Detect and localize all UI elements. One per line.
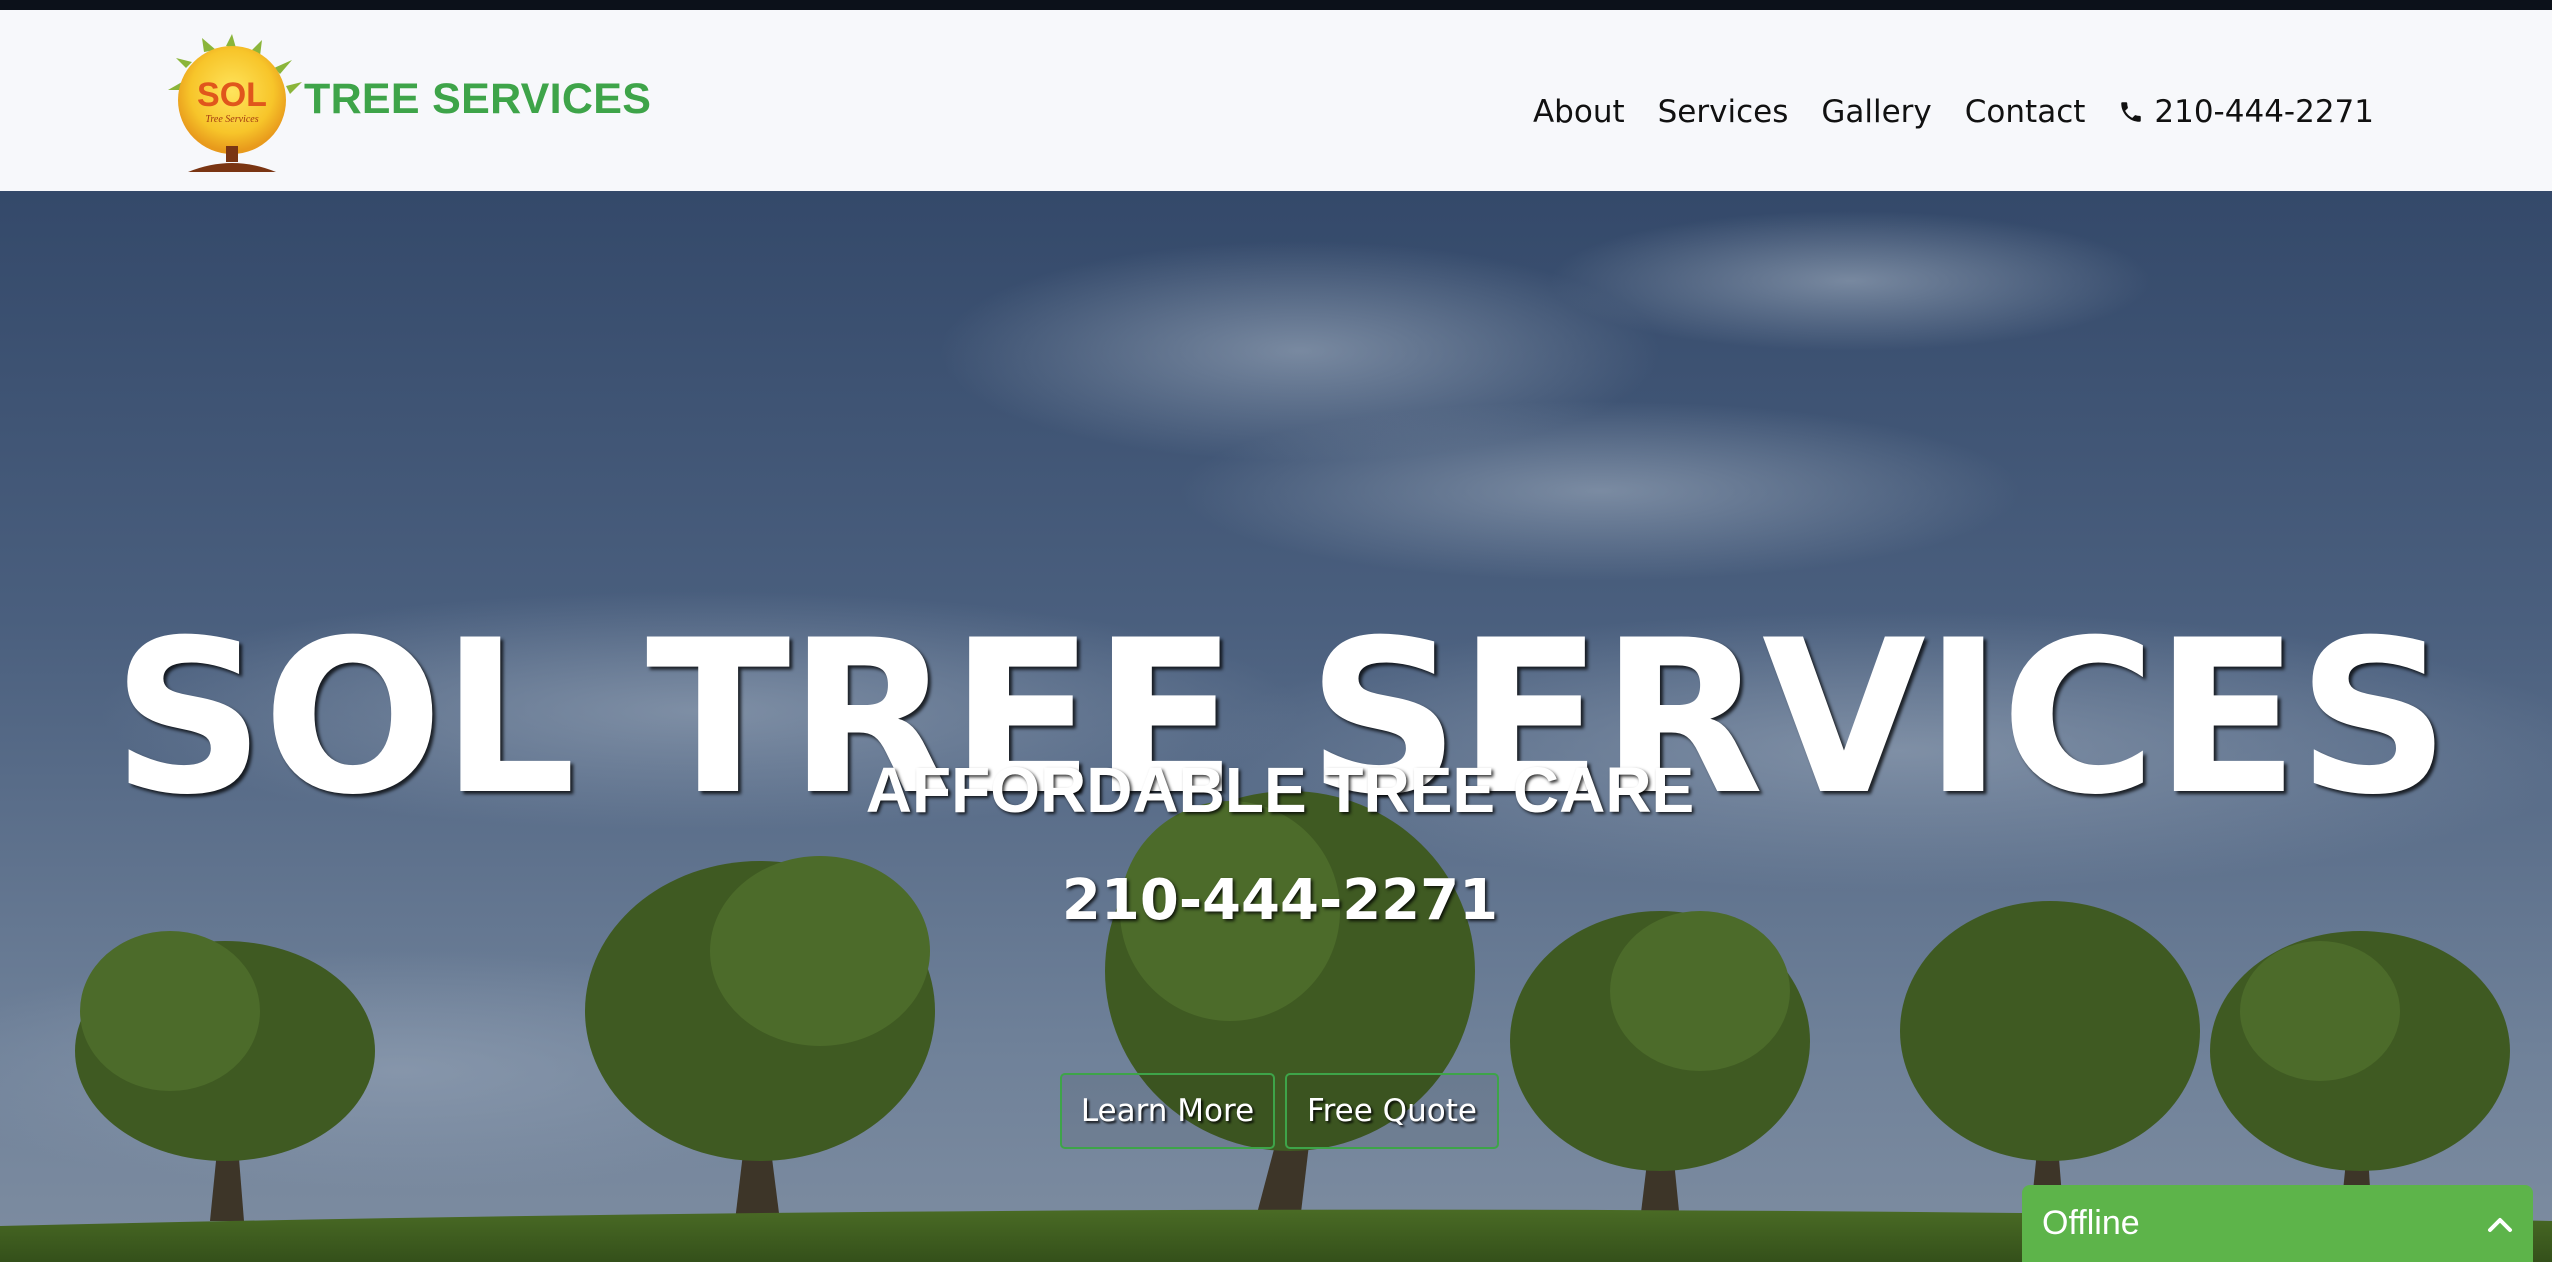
- top-strip: [0, 0, 2552, 10]
- brand-link[interactable]: SOL Tree Services TREE SERVICES: [168, 34, 651, 174]
- nav-phone-link[interactable]: 210-444-2271: [2118, 82, 2374, 142]
- nav-gallery[interactable]: Gallery: [1821, 82, 1931, 142]
- hero-subtitle: AFFORDABLE TREE CARE: [865, 754, 1695, 827]
- chevron-up-icon[interactable]: [2487, 1215, 2513, 1233]
- nav-services[interactable]: Services: [1658, 82, 1789, 142]
- main-nav: About Services Gallery Contact 210-444-2…: [1500, 82, 2374, 142]
- chat-widget[interactable]: Offline: [2022, 1185, 2533, 1262]
- nav-about[interactable]: About: [1533, 82, 1625, 142]
- hero-buttons: Learn More Free Quote: [1060, 1073, 1499, 1149]
- navbar: SOL Tree Services TREE SERVICES About Se…: [0, 10, 2552, 191]
- brand-name: TREE SERVICES: [304, 74, 652, 123]
- nav-contact[interactable]: Contact: [1965, 82, 2086, 142]
- chat-status-label: Offline: [2042, 1204, 2140, 1242]
- nav-phone-number: 210-444-2271: [2154, 94, 2374, 130]
- sol-logo: SOL Tree Services: [168, 34, 302, 172]
- hero-section: SOL TREE SERVICES AFFORDABLE TREE CARE 2…: [0, 191, 2552, 1262]
- free-quote-button[interactable]: Free Quote: [1285, 1073, 1499, 1149]
- logo-subtext: Tree Services: [205, 114, 258, 125]
- learn-more-button[interactable]: Learn More: [1060, 1073, 1275, 1149]
- hero-phone-number[interactable]: 210-444-2271: [0, 867, 2552, 934]
- phone-icon: [2121, 102, 2142, 122]
- logo-text: SOL: [197, 76, 267, 114]
